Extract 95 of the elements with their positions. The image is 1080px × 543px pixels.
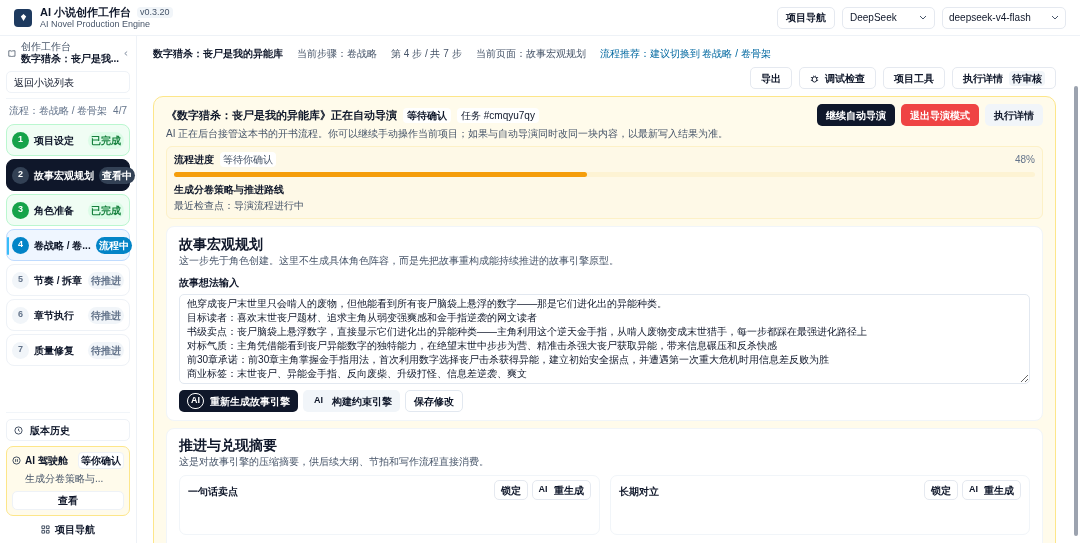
- toolbar-button[interactable]: 项目工具: [883, 67, 945, 89]
- breadcrumb-position: 第 4 步 / 共 7 步: [391, 47, 462, 61]
- toolbar-button[interactable]: 导出: [750, 67, 792, 89]
- toolbar-button[interactable]: 调试检查: [799, 67, 876, 89]
- step-number: 1: [12, 131, 29, 149]
- view-button[interactable]: 查看: [12, 491, 124, 510]
- breadcrumb-step: 当前步骤：卷战略: [297, 46, 377, 61]
- field-label: 长期对立: [618, 485, 659, 499]
- collapse-icon[interactable]: [124, 49, 128, 57]
- step-number: 7: [12, 341, 29, 359]
- lock-button[interactable]: 锁定: [493, 480, 528, 500]
- section-title: 推进与兑现摘要: [179, 436, 278, 454]
- field-label: 一句话卖点: [188, 485, 238, 499]
- step-item[interactable]: 1 项目设定 已完成: [6, 124, 130, 156]
- ai-tag: AI: [969, 483, 978, 497]
- version-badge: v0.3.20: [137, 6, 173, 18]
- ai-tag: AI: [538, 483, 548, 497]
- banner-description: AI 正在后台接管这本书的开书流程。你可以继续手动操作当前项目；如果与自动导演同时改同一块内容，以最新写入结果为准。: [166, 127, 730, 141]
- step-label: 卷战略 / 卷...: [34, 238, 91, 253]
- banner-button[interactable]: 退出导演模式: [901, 104, 979, 126]
- planning-action-button[interactable]: AI 构建约束引擎: [303, 390, 400, 412]
- step-number: 2: [12, 166, 29, 184]
- flow-label: 流程：卷战略 / 卷骨架: [9, 104, 108, 118]
- step-item[interactable]: 3 角色准备 已完成: [6, 194, 130, 226]
- step-item[interactable]: 5 节奏 / 拆章 待推进: [6, 264, 130, 296]
- pending-review-badge: 待审核: [1009, 70, 1045, 86]
- step-number: 4: [12, 236, 29, 254]
- step-status-badge: 待推进: [88, 306, 124, 324]
- progress-title: 流程进度: [174, 153, 214, 167]
- provider-select[interactable]: DeepSeek: [842, 6, 935, 29]
- project-nav-link[interactable]: 项目导航: [6, 521, 130, 537]
- step-label: 质量修复: [34, 343, 74, 358]
- chevron-down-icon: [1051, 15, 1059, 20]
- breadcrumb-page: 当前页面：故事宏观规划: [475, 47, 586, 61]
- task-id-badge: 任务 #cmqyu7qy: [457, 107, 539, 123]
- copilot-description: 生成分卷策略与...: [25, 472, 105, 486]
- app-subtitle: AI Novel Production Engine: [40, 19, 152, 29]
- scrollbar-thumb[interactable]: [1074, 86, 1078, 536]
- banner-title: 《数字猎杀：丧尸是我的异能库》正在自动导演: [166, 107, 397, 123]
- project-nav-button[interactable]: 项目导航: [777, 6, 835, 29]
- lock-button[interactable]: 锁定: [924, 480, 958, 500]
- progress-stage: 生成分卷策略与推进路线: [174, 183, 285, 197]
- step-status-badge: 已完成: [88, 201, 124, 219]
- progress-percent: 48%: [1015, 153, 1035, 167]
- banner-button[interactable]: 继续自动导演: [817, 104, 895, 126]
- step-label: 章节执行: [34, 308, 74, 323]
- section-title: 故事宏观规划: [179, 235, 264, 253]
- section-description: 这是对故事引擎的压缩摘要，供后续大纲、节拍和写作流程直接消费。: [179, 455, 490, 469]
- step-label: 角色准备: [34, 203, 74, 218]
- step-status-badge: 已完成: [88, 131, 124, 149]
- grid-icon: [41, 524, 50, 534]
- app-title: AI 小说创作工作台: [40, 6, 132, 18]
- toolbar-button[interactable]: 执行详情 待审核: [952, 67, 1056, 89]
- breadcrumb-project: 数字猎杀：丧尸是我的异能库: [153, 47, 283, 61]
- planning-action-button[interactable]: 保存修改: [405, 390, 463, 412]
- bug-icon: [810, 73, 819, 83]
- step-status-badge: 待推进: [88, 341, 124, 359]
- project-name: 数字猎杀：丧尸是我...: [20, 54, 120, 64]
- copilot-title: AI 驾驶舱: [25, 454, 68, 468]
- story-idea-input[interactable]: 他穿成丧尸末世里只会啃人的废物，但他能看到所有丧尸脑袋上悬浮的数字——那是它们进化出的异能种类。 目标读者：喜欢末世丧尸题材、追求主角从弱变强爽感和金手指逆袭的网文读者 书级卖点：丧尸脑袋上悬浮数字，直接显示它们进化出的异能种类——主角利用这个逆天金手指，从啃人废物变成末世猎手，每一步都踩在最强进化路径上 对标气质：主角凭借能看到丧尸异能数字的独特能力，在绝望末世中步步为营、精准击杀强大丧尸获取异能，带来信息碾压和反杀快感 前30章承诺：前30章主角掌握金手指用法，首次利用数字选择丧尸击杀获得异能，建立初始安全据点，并遭遇第一次重大危机时用信息差反败为胜 商业标签：末世丧尸、异能金手指、反向废柴、升级打怪、信息差逆袭、爽文: [179, 294, 1030, 384]
- version-history-button[interactable]: 版本历史: [6, 419, 130, 441]
- pause-icon: [12, 456, 21, 465]
- step-label: 故事宏观规划: [34, 168, 94, 183]
- progress-status-badge: 等待你确认: [220, 152, 276, 167]
- checkpoint-text: 最近检查点：导演流程进行中: [174, 199, 305, 213]
- ai-tag: AI: [311, 394, 326, 408]
- step-number: 6: [12, 306, 29, 324]
- model-select[interactable]: deepseek-v4-flash: [942, 6, 1066, 29]
- step-number: 5: [12, 271, 29, 289]
- copilot-status-badge: 等你确认: [78, 452, 124, 469]
- step-item[interactable]: 7 质量修复 待推进: [6, 334, 130, 366]
- workspace-label: 创作工作台: [20, 42, 72, 52]
- planning-action-button[interactable]: AI 重新生成故事引擎: [179, 390, 298, 412]
- banner-status-badge: 等待确认: [403, 107, 451, 123]
- banner-button[interactable]: 执行详情: [985, 104, 1043, 126]
- input-label: 故事想法输入: [179, 276, 240, 290]
- regenerate-button[interactable]: AI 重生成: [531, 480, 591, 500]
- section-description: 这一步先于角色创建。这里不生成具体角色阵容，而是先把故事重构成能持续推进的故事引擎原型。: [179, 254, 620, 268]
- flow-count: 4/7: [113, 104, 127, 118]
- step-item[interactable]: 6 章节执行 待推进: [6, 299, 130, 331]
- regenerate-button[interactable]: AI 重生成: [962, 480, 1021, 500]
- step-label: 项目设定: [34, 133, 74, 148]
- step-label: 节奏 / 拆章: [34, 273, 83, 288]
- step-status-badge: 查看中: [99, 166, 135, 184]
- book-icon: [8, 48, 16, 58]
- back-to-list-button[interactable]: 返回小说列表: [6, 71, 130, 93]
- active-indicator: [7, 237, 9, 255]
- history-icon: [14, 425, 23, 435]
- step-number: 3: [12, 201, 29, 219]
- app-logo-icon: [14, 8, 32, 27]
- chevron-down-icon: [919, 15, 927, 20]
- flow-recommendation-link[interactable]: 流程推荐：建议切换到 卷战略 / 卷骨架: [599, 46, 771, 61]
- step-item[interactable]: 4 卷战略 / 卷... 流程中: [6, 229, 130, 261]
- step-status-badge: 待推进: [88, 271, 124, 289]
- step-status-badge: 流程中: [95, 236, 132, 254]
